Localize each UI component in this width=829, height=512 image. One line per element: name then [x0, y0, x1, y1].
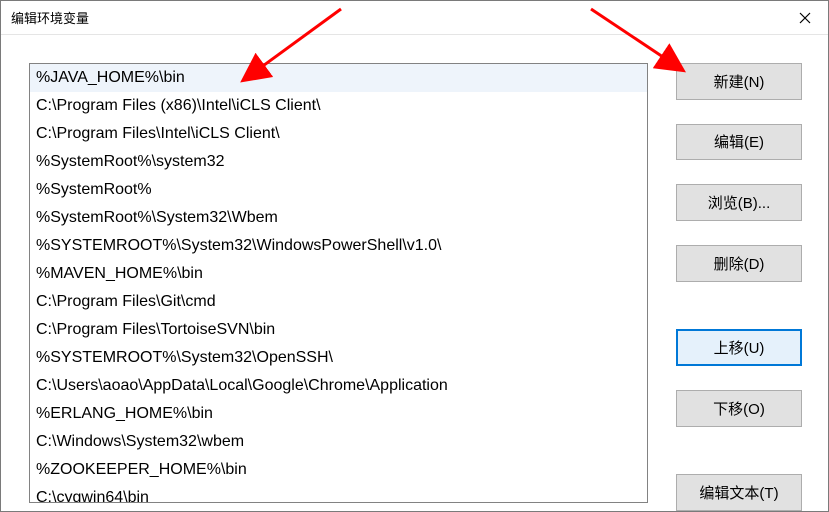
client-area: %JAVA_HOME%\binC:\Program Files (x86)\In… [1, 35, 828, 511]
path-list-item[interactable]: %SYSTEMROOT%\System32\OpenSSH\ [30, 344, 647, 372]
path-list-item[interactable]: %SystemRoot% [30, 176, 647, 204]
window-title: 编辑环境变量 [11, 8, 89, 27]
browse-button[interactable]: 浏览(B)... [676, 184, 802, 221]
button-column: 新建(N) 编辑(E) 浏览(B)... 删除(D) 上移(U) 下移(O) 编… [676, 63, 806, 511]
path-list-item[interactable]: %SystemRoot%\system32 [30, 148, 647, 176]
path-list-item[interactable]: C:\cygwin64\bin [30, 484, 647, 503]
edit-text-button[interactable]: 编辑文本(T) [676, 474, 802, 511]
new-button[interactable]: 新建(N) [676, 63, 802, 100]
delete-button[interactable]: 删除(D) [676, 245, 802, 282]
close-icon [799, 12, 811, 24]
path-list-item[interactable]: %ERLANG_HOME%\bin [30, 400, 647, 428]
path-list-item[interactable]: %JAVA_HOME%\bin [30, 64, 647, 92]
path-list-item[interactable]: %ZOOKEEPER_HOME%\bin [30, 456, 647, 484]
path-list-item[interactable]: %SYSTEMROOT%\System32\WindowsPowerShell\… [30, 232, 647, 260]
path-list-item[interactable]: C:\Program Files\Git\cmd [30, 288, 647, 316]
move-up-button[interactable]: 上移(U) [676, 329, 802, 366]
close-button[interactable] [782, 1, 828, 35]
path-list-item[interactable]: C:\Program Files (x86)\Intel\iCLS Client… [30, 92, 647, 120]
edit-button[interactable]: 编辑(E) [676, 124, 802, 161]
path-list-item[interactable]: C:\Program Files\TortoiseSVN\bin [30, 316, 647, 344]
path-listbox[interactable]: %JAVA_HOME%\binC:\Program Files (x86)\In… [29, 63, 648, 503]
title-bar: 编辑环境变量 [1, 1, 828, 35]
path-list-item[interactable]: C:\Program Files\Intel\iCLS Client\ [30, 120, 647, 148]
path-list-item[interactable]: %MAVEN_HOME%\bin [30, 260, 647, 288]
path-list-item[interactable]: C:\Windows\System32\wbem [30, 428, 647, 456]
move-down-button[interactable]: 下移(O) [676, 390, 802, 427]
path-list-item[interactable]: %SystemRoot%\System32\Wbem [30, 204, 647, 232]
path-list-item[interactable]: C:\Users\aoao\AppData\Local\Google\Chrom… [30, 372, 647, 400]
dialog-window: 编辑环境变量 %JAVA_HOME%\binC:\Program Files (… [0, 0, 829, 512]
